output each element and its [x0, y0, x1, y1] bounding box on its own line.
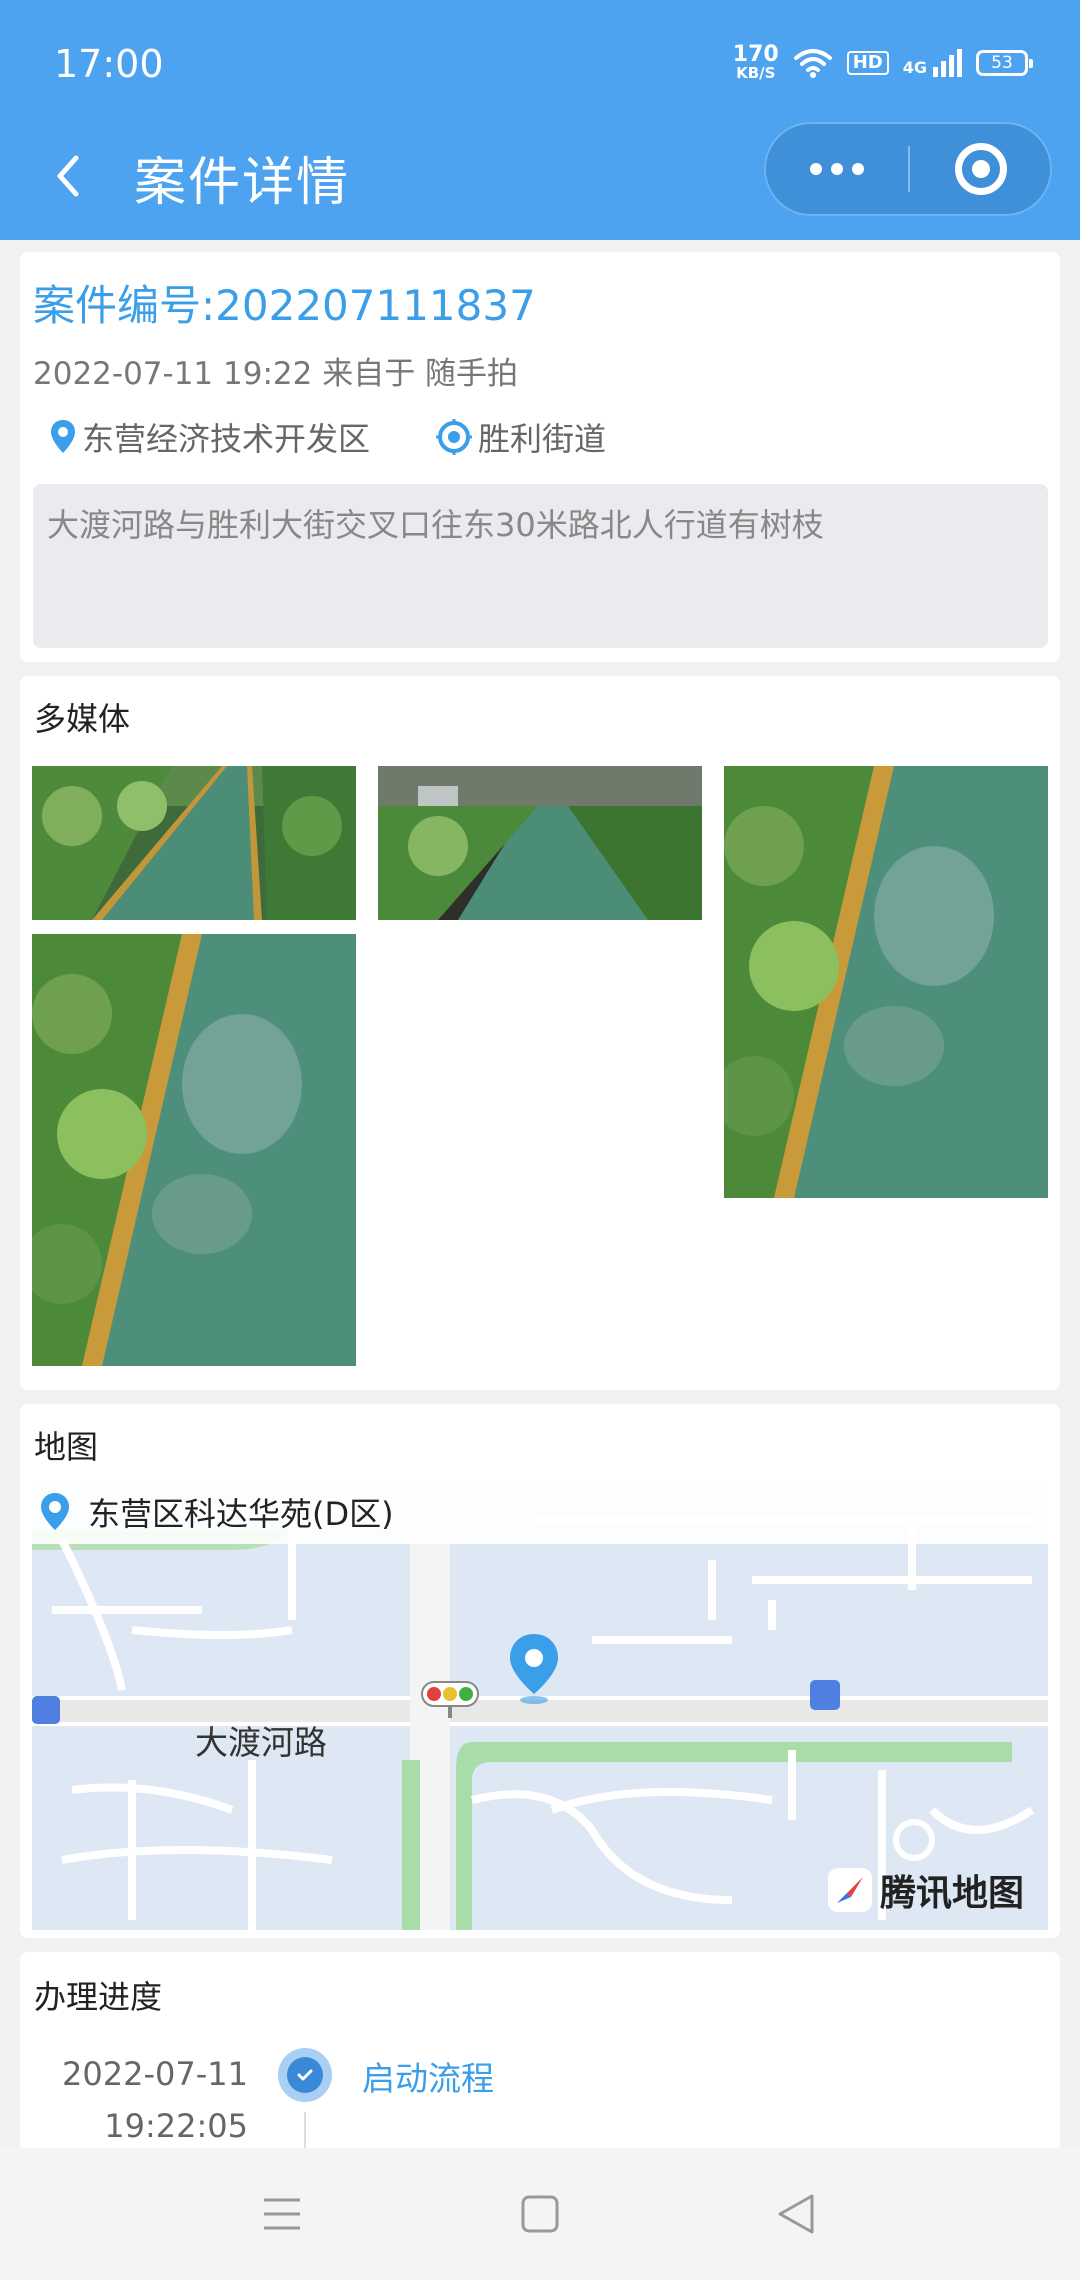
- map-view[interactable]: 大渡河路 东营区科达华苑(D区) 腾讯地图: [32, 1480, 1048, 1930]
- progress-step-time: 19:22:05: [104, 2107, 248, 2145]
- media-photo[interactable]: [32, 766, 356, 920]
- progress-step-action: 启动流程: [362, 2059, 494, 2098]
- home-button[interactable]: [510, 2184, 570, 2244]
- progress-card: 办理进度 2022-07-11 19:22:05 启动流程: [20, 1952, 1060, 2152]
- page-title: 案件详情: [134, 153, 351, 213]
- street-name: 胜利街道: [478, 420, 607, 458]
- status-bar: 17:00 170 KB/S HD 4G 53: [0, 0, 1080, 130]
- progress-step-timestamp: 2022-07-11 19:22:05: [62, 2048, 248, 2152]
- map-address-bar: 东营区科达华苑(D区): [32, 1480, 1048, 1544]
- location-pin-icon: [51, 420, 75, 453]
- more-dots-icon: [810, 163, 864, 175]
- title-bar: 案件详情: [0, 122, 1080, 240]
- check-circle-icon: [278, 2048, 332, 2102]
- close-mini-program-button[interactable]: [910, 124, 1052, 214]
- case-info-card: 案件编号:202207111837 2022-07-11 19:22 来自于 随…: [20, 252, 1060, 662]
- progress-step-date: 2022-07-11: [62, 2055, 248, 2093]
- battery-icon: 53: [976, 49, 1033, 76]
- network-speed-unit: KB/S: [736, 64, 776, 82]
- back-button[interactable]: [40, 144, 104, 208]
- compass-icon: [827, 1868, 872, 1912]
- square-icon: [521, 2195, 559, 2233]
- menu-button[interactable]: [252, 2184, 312, 2244]
- progress-section-title: 办理进度: [34, 1978, 163, 2016]
- case-number: 案件编号:202207111837: [33, 281, 536, 330]
- more-button[interactable]: [766, 124, 908, 214]
- location-target-icon: [436, 419, 473, 455]
- map-provider: 腾讯地图: [879, 1873, 1024, 1914]
- chevron-left-icon: [57, 155, 79, 197]
- wifi-icon: [793, 48, 832, 78]
- status-time: 17:00: [54, 42, 164, 86]
- media-card: 多媒体: [20, 676, 1060, 1390]
- network-speed: 170 KB/S: [733, 44, 779, 81]
- menu-icon: [264, 2198, 300, 2230]
- street-tag: 胜利街道: [436, 414, 606, 460]
- back-nav-button[interactable]: [766, 2184, 826, 2244]
- road-label: 大渡河路: [195, 1723, 327, 1762]
- district-tag: 东营经济技术开发区: [50, 414, 370, 460]
- network-speed-value: 170: [732, 42, 779, 67]
- map-card: 地图 大渡河路 东营区科达华苑(D区) 腾讯地图: [20, 1404, 1060, 1938]
- case-meta: 2022-07-11 19:22 来自于 随手拍: [33, 356, 519, 392]
- status-icons: 170 KB/S HD 4G 53: [733, 44, 1033, 81]
- map-marker-icon: [510, 1634, 558, 1704]
- network-type: 4G: [902, 57, 927, 77]
- media-section-title: 多媒体: [34, 700, 131, 738]
- mini-program-capsule: [764, 122, 1052, 216]
- target-icon: [955, 143, 1007, 195]
- cell-signal-icon: 4G: [902, 48, 962, 77]
- media-photo[interactable]: [724, 766, 1048, 1198]
- timeline-line: [304, 2112, 306, 2152]
- hd-icon: HD: [846, 50, 889, 75]
- triangle-back-icon: [778, 2194, 814, 2234]
- system-nav-bar: [0, 2148, 1080, 2280]
- tencent-map-logo: 腾讯地图: [827, 1864, 1024, 1916]
- media-photo[interactable]: [32, 934, 356, 1366]
- map-address: 东营区科达华苑(D区): [88, 1495, 394, 1533]
- location-pin-icon: [41, 1493, 69, 1530]
- media-photo[interactable]: [378, 766, 702, 920]
- district-name: 东营经济技术开发区: [82, 420, 371, 458]
- map-section-title: 地图: [34, 1428, 99, 1466]
- case-description: 大渡河路与胜利大街交叉口往东30米路北人行道有树枝: [33, 484, 1048, 648]
- location-row: 东营经济技术开发区 胜利街道: [50, 414, 606, 460]
